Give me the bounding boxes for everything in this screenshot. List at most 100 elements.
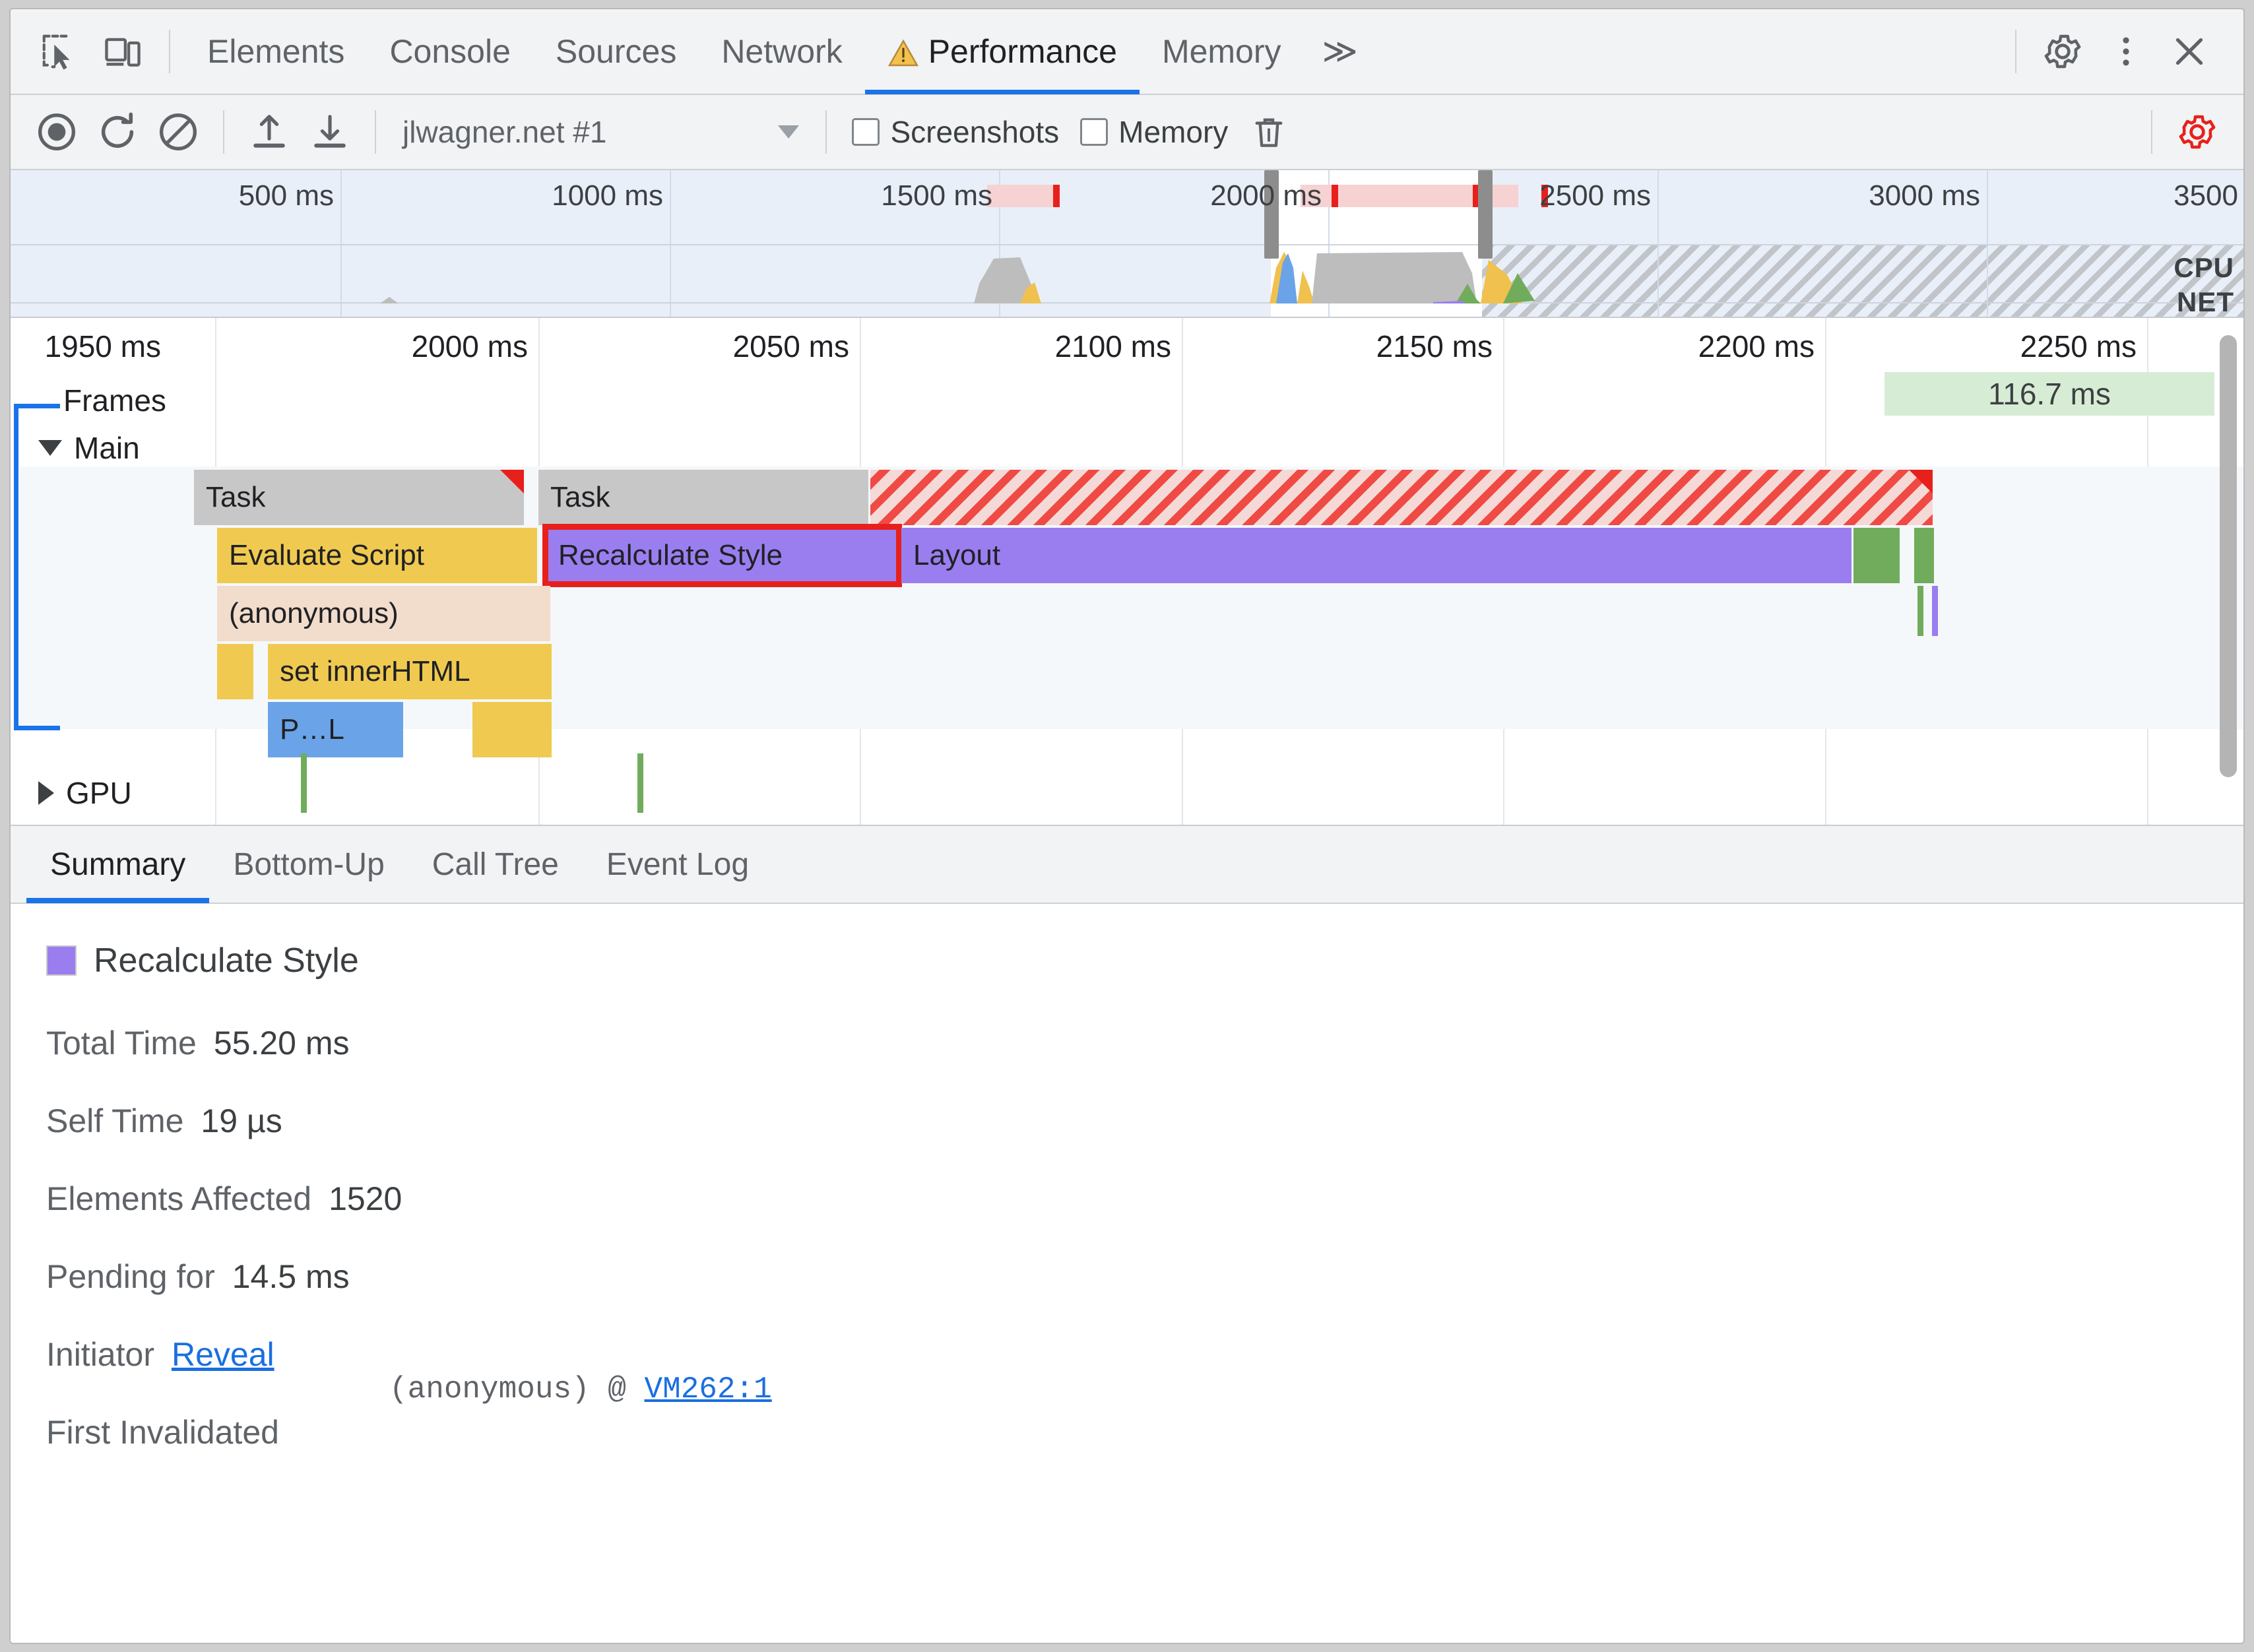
tab-bottom-up[interactable]: Bottom-Up: [209, 825, 408, 903]
tab-sources[interactable]: Sources: [533, 9, 699, 94]
flame-event-sliver-green[interactable]: [1917, 586, 1923, 636]
detail-tab-label: Event Log: [606, 846, 750, 882]
timeline-tick: 2000 ms: [411, 329, 528, 364]
toolbar-divider-1: [223, 110, 224, 154]
initiator-reveal-link[interactable]: Reveal: [172, 1335, 274, 1374]
row-value: 55.20 ms: [213, 1025, 350, 1062]
overview-tick: 3500: [2174, 179, 2238, 212]
overview-tick: 1500 ms: [881, 179, 992, 212]
summary-event-title: Recalculate Style: [46, 941, 2243, 980]
row-label: Total Time: [46, 1025, 197, 1062]
flame-event-parse-html[interactable]: P…L: [268, 702, 403, 757]
tab-performance[interactable]: Performance: [864, 9, 1140, 94]
tab-network[interactable]: Network: [699, 9, 864, 94]
stack-source-link[interactable]: VM262:1: [644, 1372, 771, 1407]
flame-event-label: (anonymous): [229, 597, 399, 629]
flame-event-label: Evaluate Script: [229, 539, 424, 571]
record-icon[interactable]: [26, 102, 87, 162]
tab-summary[interactable]: Summary: [26, 825, 210, 903]
flame-chart[interactable]: 1950 ms 2000 ms 2050 ms 2100 ms 2150 ms …: [11, 318, 2243, 826]
detail-tab-label: Bottom-Up: [233, 846, 385, 882]
inspect-element-icon[interactable]: [28, 20, 91, 83]
detail-tabs: Summary Bottom-Up Call Tree Event Log: [11, 826, 2243, 904]
summary-row-self-time: Self Time 19 µs: [46, 1102, 2243, 1140]
tab-call-tree[interactable]: Call Tree: [408, 825, 583, 903]
timeline-overview[interactable]: 500 ms 1000 ms 1500 ms 2000 ms 2500 ms 3…: [11, 170, 2243, 318]
row-label: Initiator: [46, 1336, 154, 1373]
frames-row-label: Frames: [63, 383, 166, 418]
tab-label: Elements: [207, 33, 345, 70]
reload-record-icon[interactable]: [87, 102, 148, 162]
flame-event-evaluate-script[interactable]: Evaluate Script: [217, 528, 537, 583]
timeline-tick: 2250 ms: [2020, 329, 2137, 364]
frames-label: Frames: [63, 383, 166, 418]
tab-elements[interactable]: Elements: [185, 9, 367, 94]
screenshots-label: Screenshots: [890, 115, 1060, 149]
timeline-tick: 2200 ms: [1698, 329, 1815, 364]
memory-checkbox[interactable]: Memory: [1070, 114, 1239, 150]
row-value: 1520: [329, 1180, 402, 1217]
flame-event-set-innerhtml[interactable]: set innerHTML: [268, 644, 552, 699]
flame-event-label: P…L: [280, 713, 344, 746]
overview-tick: 1000 ms: [552, 179, 663, 212]
tab-label: Memory: [1161, 33, 1281, 70]
toolbar-divider-3: [825, 110, 827, 154]
stack-at-symbol: @: [608, 1372, 626, 1407]
gear-icon[interactable]: [2031, 20, 2094, 83]
frame-duration-badge[interactable]: 116.7 ms: [1884, 372, 2214, 416]
overview-net-label: NET: [2177, 286, 2234, 317]
screenshots-checkbox[interactable]: Screenshots: [841, 114, 1070, 150]
summary-row-pending-for: Pending for 14.5 ms: [46, 1257, 2243, 1296]
download-profile-icon[interactable]: [300, 102, 360, 162]
flame-event-sliver-purple[interactable]: [1932, 586, 1938, 636]
flame-event-anonymous[interactable]: (anonymous): [217, 586, 550, 641]
kebab-menu-icon[interactable]: [2094, 20, 2158, 83]
track-main-label: Main: [74, 431, 140, 465]
flame-event-layout[interactable]: Layout: [901, 528, 1852, 583]
flame-chart-scrollbar[interactable]: [2220, 335, 2237, 777]
capture-settings-gear-icon[interactable]: [2167, 102, 2228, 162]
tabstrip-divider: [169, 30, 170, 73]
flame-event-label: Layout: [913, 539, 1001, 571]
gpu-task-marker[interactable]: [301, 753, 307, 813]
flame-event-paint[interactable]: [1853, 528, 1900, 583]
warning-triangle-icon: [887, 37, 919, 67]
trash-icon[interactable]: [1239, 102, 1299, 162]
summary-row-elements-affected: Elements Affected 1520: [46, 1180, 2243, 1218]
tab-event-log[interactable]: Event Log: [583, 825, 773, 903]
overview-tick: 3000 ms: [1869, 179, 1980, 212]
flame-event-long-task[interactable]: [870, 470, 1933, 525]
timeline-tick: 2150 ms: [1376, 329, 1493, 364]
recording-selector[interactable]: jlwagner.net #1: [391, 114, 811, 150]
checkbox-box: [852, 118, 880, 146]
devtools-window: Elements Console Sources Network Perform…: [9, 8, 2245, 1644]
upload-profile-icon[interactable]: [239, 102, 300, 162]
event-name: Recalculate Style: [94, 941, 359, 980]
toolbar-divider-2: [375, 110, 376, 154]
tab-label: Console: [389, 33, 511, 70]
long-task-warning-corner: [500, 470, 524, 493]
flame-event-minor[interactable]: [472, 702, 552, 757]
tab-console[interactable]: Console: [367, 9, 532, 94]
flame-event-task[interactable]: Task: [194, 470, 524, 525]
flame-event-task[interactable]: Task: [538, 470, 868, 525]
clear-icon[interactable]: [148, 102, 209, 162]
track-gpu-label: GPU: [66, 776, 132, 810]
stack-function-name: (anonymous): [389, 1372, 590, 1407]
summary-row-first-invalidated: (anonymous) @ VM262:1 First Invalidated: [46, 1372, 2243, 1451]
overview-window-handle-right[interactable]: [1478, 170, 1493, 259]
track-gpu-toggle[interactable]: GPU: [38, 775, 132, 811]
flame-event-label: Task: [206, 481, 266, 513]
close-icon[interactable]: [2158, 20, 2221, 83]
device-toolbar-icon[interactable]: [91, 20, 154, 83]
flame-event-recalculate-style[interactable]: Recalculate Style: [546, 528, 898, 583]
tab-memory[interactable]: Memory: [1140, 9, 1304, 94]
memory-label: Memory: [1118, 115, 1229, 149]
gpu-task-marker[interactable]: [637, 753, 643, 813]
flame-event-minor[interactable]: [217, 644, 253, 699]
flame-event-label: Recalculate Style: [558, 539, 783, 571]
flame-event-composite[interactable]: [1914, 528, 1934, 583]
more-tabs-chevron-icon[interactable]: ≫: [1304, 32, 1372, 71]
row-label: Elements Affected: [46, 1180, 312, 1217]
tab-label: Performance: [928, 33, 1117, 70]
